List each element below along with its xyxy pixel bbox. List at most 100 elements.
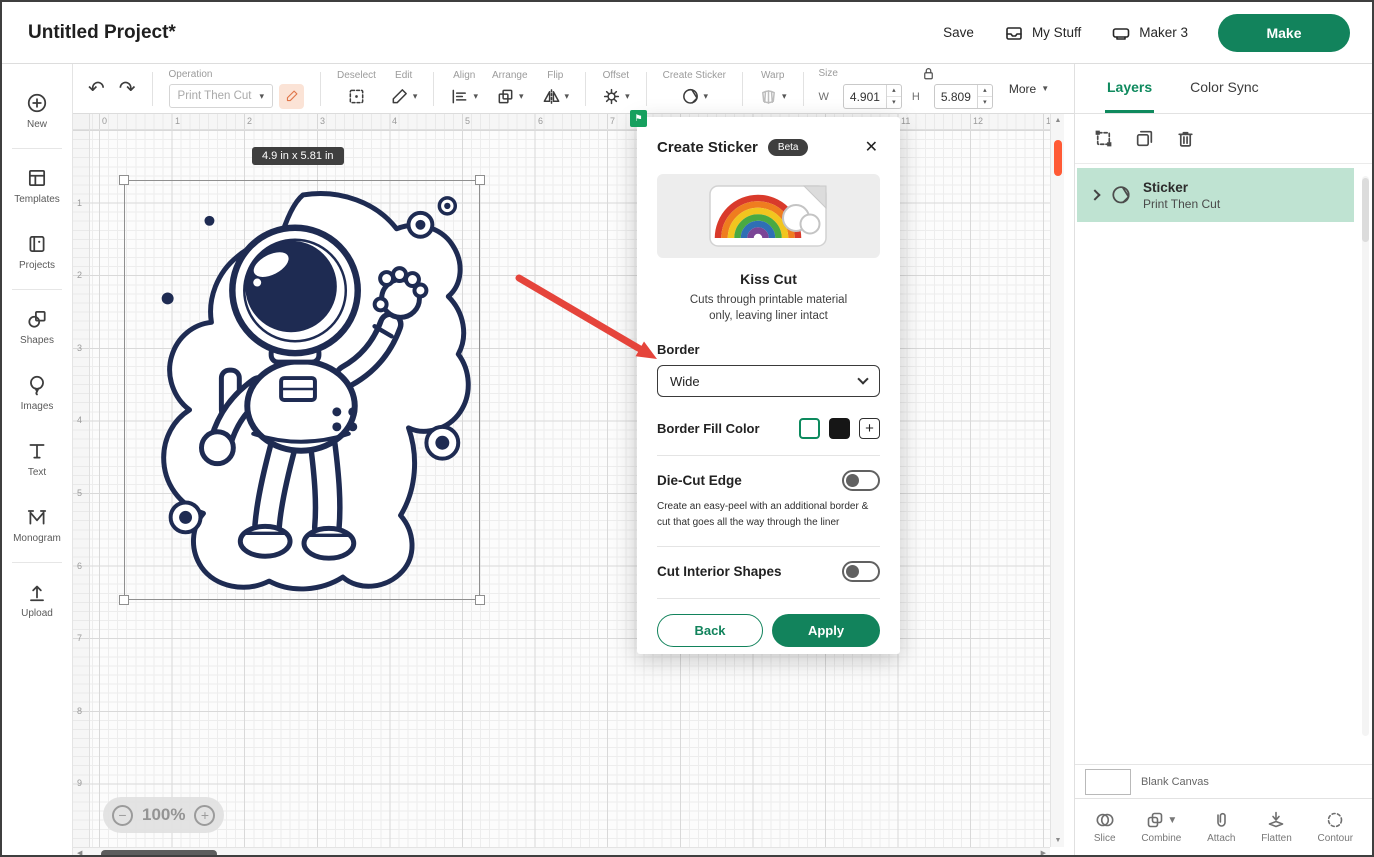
deselect-button[interactable]: Deselect: [330, 70, 383, 107]
add-color-button[interactable]: +: [859, 418, 880, 439]
height-step-down[interactable]: ▾: [978, 97, 992, 108]
sidebar-item-templates[interactable]: Templates: [2, 153, 72, 219]
duplicate-icon[interactable]: [1134, 128, 1155, 149]
sidebar-item-images[interactable]: Images: [2, 360, 72, 426]
ruler-label: 1: [77, 198, 82, 208]
layer-item-sticker[interactable]: Sticker Print Then Cut: [1077, 168, 1354, 222]
edit-menu-button[interactable]: Edit ▾: [383, 70, 425, 107]
machine-select-button[interactable]: Maker 3: [1111, 23, 1188, 43]
sidebar-item-upload[interactable]: Upload: [2, 567, 72, 633]
beta-badge: Beta: [768, 139, 809, 156]
ruler-label: 9: [77, 778, 82, 788]
vertical-scroll-thumb[interactable]: [1054, 140, 1062, 176]
tab-layers[interactable]: Layers: [1105, 64, 1154, 113]
die-cut-edge-toggle[interactable]: [842, 470, 880, 491]
operation-select[interactable]: Print Then Cut▾: [169, 84, 273, 108]
fill-color-black-swatch[interactable]: [829, 418, 850, 439]
blank-canvas-row: Blank Canvas: [1075, 764, 1372, 798]
zoom-out-button[interactable]: −: [112, 805, 133, 826]
fill-color-white-swatch[interactable]: [799, 418, 820, 439]
cut-interior-shapes-toggle[interactable]: [842, 561, 880, 582]
minus-icon: −: [118, 808, 126, 822]
undo-button[interactable]: ↶: [81, 74, 112, 103]
selection-handle[interactable]: [475, 595, 485, 605]
sidebar-item-monogram[interactable]: Monogram: [2, 492, 72, 558]
contour-button[interactable]: Contour: [1318, 810, 1354, 844]
horizontal-scrollbar[interactable]: ◀ ▶: [73, 847, 1050, 857]
height-input[interactable]: 5.809 ▴▾: [934, 84, 993, 109]
ruler-label: 7: [77, 633, 82, 643]
design-canvas[interactable]: 0 1 2 3 4 5 6 7 8 9 10 11 12 13 1 2 3 4 …: [73, 114, 1078, 857]
sidebar-item-projects[interactable]: Projects: [2, 219, 72, 285]
width-input[interactable]: 4.901 ▴▾: [843, 84, 902, 109]
selection-handle[interactable]: [119, 595, 129, 605]
vertical-scrollbar[interactable]: ▲ ▼: [1050, 114, 1064, 847]
scroll-down-arrow[interactable]: ▼: [1051, 837, 1065, 844]
redo-button[interactable]: ↷: [112, 74, 143, 103]
apply-button[interactable]: Apply: [772, 614, 880, 647]
sidebar-item-new[interactable]: New: [2, 78, 72, 144]
flatten-button[interactable]: Flatten: [1261, 810, 1292, 844]
create-sticker-menu-button[interactable]: Create Sticker ▾: [656, 70, 733, 107]
tab-color-sync[interactable]: Color Sync: [1188, 64, 1260, 113]
ruler-label: 2: [77, 270, 82, 280]
sidebar-item-shapes[interactable]: Shapes: [2, 294, 72, 360]
height-step-up[interactable]: ▴: [978, 85, 992, 97]
scroll-up-arrow[interactable]: ▲: [1051, 117, 1065, 124]
close-icon[interactable]: ✕: [863, 135, 880, 159]
lock-icon[interactable]: [921, 66, 936, 81]
project-title: Untitled Project*: [28, 22, 176, 44]
shapes-icon: [26, 308, 48, 330]
toolbar-divider: [803, 72, 804, 106]
scroll-right-arrow[interactable]: ▶: [1041, 849, 1046, 857]
warp-menu-button[interactable]: Warp ▾: [752, 70, 794, 107]
operation-edit-chip[interactable]: [279, 84, 304, 109]
my-stuff-button[interactable]: My Stuff: [1004, 23, 1081, 43]
flip-icon: [542, 87, 561, 106]
zoom-control: − 100% +: [103, 797, 224, 833]
rainbow-sticker-illustration: [684, 174, 854, 258]
attach-button[interactable]: Attach: [1207, 810, 1235, 844]
ruler-label: 6: [77, 561, 82, 571]
border-fill-color-label: Border Fill Color: [657, 421, 760, 436]
more-menu-button[interactable]: More▼: [1009, 82, 1049, 96]
border-select[interactable]: Wide: [657, 365, 880, 397]
width-step-up[interactable]: ▴: [887, 85, 901, 97]
selection-box[interactable]: [124, 180, 480, 600]
panel-title: Create Sticker: [657, 139, 758, 156]
canvas-color-swatch[interactable]: [1085, 769, 1131, 795]
arrange-menu-button[interactable]: Arrange ▾: [485, 70, 535, 107]
divider: [657, 546, 880, 547]
group-icon[interactable]: [1093, 128, 1114, 149]
chevron-down-icon: ▾: [259, 91, 264, 102]
ruler-label: 3: [77, 343, 82, 353]
chevron-down-icon: [857, 374, 868, 385]
flip-menu-button[interactable]: Flip ▾: [535, 70, 577, 107]
align-menu-button[interactable]: Align ▾: [443, 70, 485, 107]
width-step-down[interactable]: ▾: [887, 97, 901, 108]
make-button[interactable]: Make: [1218, 14, 1350, 52]
panel-scrollbar[interactable]: [1362, 176, 1369, 736]
zoom-in-button[interactable]: +: [194, 805, 215, 826]
sidebar-item-text[interactable]: Text: [2, 426, 72, 492]
ruler-label: 4: [392, 116, 397, 126]
die-cut-description: Create an easy-peel with an additional b…: [657, 499, 880, 530]
trash-icon[interactable]: [1175, 128, 1196, 149]
astronaut-sticker-image[interactable]: [125, 181, 481, 599]
scroll-left-arrow[interactable]: ◀: [77, 849, 82, 857]
back-button[interactable]: Back: [657, 614, 763, 647]
horizontal-scroll-thumb[interactable]: [101, 850, 217, 857]
slice-button[interactable]: Slice: [1094, 810, 1116, 844]
flatten-icon: [1266, 810, 1286, 830]
sidebar-divider: [12, 289, 62, 290]
selection-handle[interactable]: [119, 175, 129, 185]
layers-panel: Layers Color Sync Sticker Print Then Cut…: [1074, 64, 1372, 855]
cricut-design-space-window: Untitled Project* Save My Stuff Maker 3 …: [0, 0, 1374, 857]
panel-scroll-thumb[interactable]: [1362, 178, 1369, 242]
save-button[interactable]: Save: [943, 25, 974, 40]
chevron-right-icon[interactable]: [1089, 189, 1100, 200]
selection-handle[interactable]: [475, 175, 485, 185]
offset-menu-button[interactable]: Offset ▾: [595, 70, 637, 107]
combine-button[interactable]: ▼ Combine: [1141, 810, 1181, 844]
ruler-label: 2: [247, 116, 252, 126]
